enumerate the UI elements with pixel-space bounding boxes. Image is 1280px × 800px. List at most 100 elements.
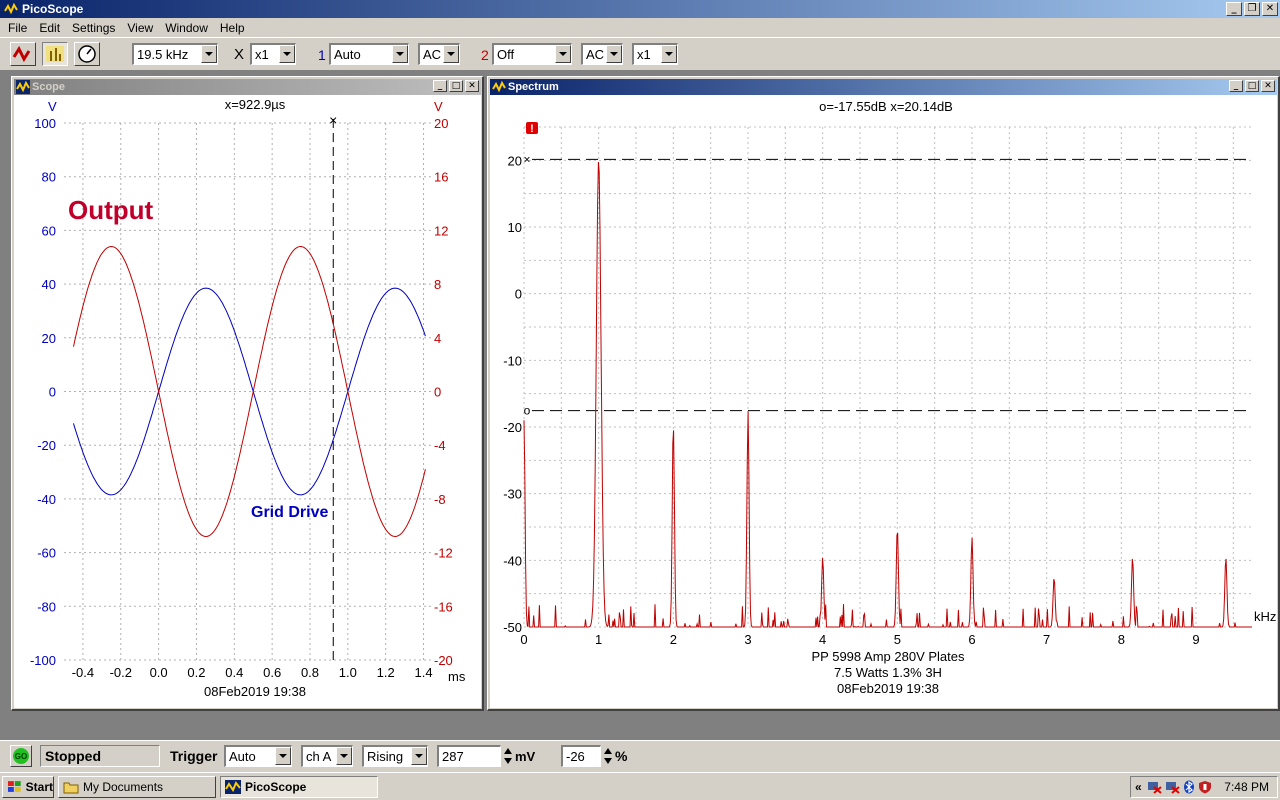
right-tick-label: -8 [434, 492, 446, 507]
chevron-down-icon[interactable] [336, 747, 352, 765]
x-tick-label: 1.0 [339, 665, 357, 680]
system-tray: « 7:48 PM [1130, 776, 1278, 798]
x-tick-label: -0.2 [110, 665, 132, 680]
channel-2-zoom-select[interactable]: x1 [632, 43, 678, 65]
trigger-mode-value: Auto [229, 749, 256, 764]
tray-expand-icon[interactable]: « [1135, 780, 1142, 794]
x-axis-unit: ms [448, 669, 466, 684]
x-tick-label: 9 [1192, 632, 1199, 647]
picoscope-app-icon [492, 80, 506, 94]
scope-window: Scope _ □ ✕ V V 100 80 60 40 20 0 -20 -40 -60 -80 -1… [11, 76, 484, 711]
chevron-down-icon[interactable] [201, 45, 217, 63]
spectrum-minimize-button[interactable]: _ [1229, 80, 1243, 92]
scope-mode-icon [12, 45, 31, 63]
spectrum-plot-area[interactable]: 20 10 0 -10 -20 -30 -40 -50 0 1 2 3 4 5 6 7 8 9 kHz o=-17.5… [490, 95, 1277, 708]
menu-view[interactable]: View [121, 21, 159, 35]
y-tick-label: 10 [508, 220, 522, 235]
x-tick-label: 3 [744, 632, 751, 647]
security-shield-icon[interactable] [1198, 780, 1212, 794]
scope-chart[interactable]: V V100806040200-20-40-60-80-100201612840-… [14, 95, 481, 708]
cursor-x-marker: × [523, 152, 530, 166]
channel-1-range-select[interactable]: Auto [329, 43, 409, 65]
x-tick-label: 4 [819, 632, 826, 647]
channel-2-range-select[interactable]: Off [492, 43, 572, 65]
trigger-channel-select[interactable]: ch A [301, 745, 353, 767]
scope-window-title: Scope [32, 81, 66, 93]
trigger-edge-select[interactable]: Rising [362, 745, 428, 767]
right-tick-label: -4 [434, 438, 446, 453]
scope-plot-area[interactable]: V V 100 80 60 40 20 0 -20 -40 -60 -80 -100 20 16 12 8 4 0-… [14, 95, 481, 708]
spectrum-mode-button[interactable] [42, 42, 68, 66]
chevron-down-icon[interactable] [275, 747, 291, 765]
x-tick-label: -0.4 [72, 665, 94, 680]
network-disconnected-icon[interactable] [1164, 780, 1180, 794]
chevron-down-icon[interactable] [279, 45, 295, 63]
trigger-edge-value: Rising [367, 749, 404, 764]
start-label: Start [25, 780, 53, 794]
menu-edit[interactable]: Edit [33, 21, 66, 35]
chevron-down-icon[interactable] [555, 45, 571, 63]
trigger-level-input[interactable]: 287 [437, 745, 501, 767]
spectrum-maximize-button[interactable]: □ [1245, 80, 1259, 92]
left-tick-label: -100 [30, 653, 56, 668]
trigger-label: Trigger [170, 748, 218, 764]
pretrigger-input[interactable]: -26 [561, 745, 601, 767]
y-tick-label: 0 [515, 287, 522, 302]
trigger-level-spinner[interactable] [502, 745, 514, 767]
trigger-level-unit: mV [515, 749, 536, 764]
menu-help[interactable]: Help [214, 21, 251, 35]
left-tick-label: -60 [37, 546, 56, 561]
scope-maximize-button[interactable]: □ [449, 80, 463, 92]
scope-minimize-button[interactable]: _ [433, 80, 447, 92]
scope-close-button[interactable]: ✕ [465, 80, 479, 92]
scope-mode-button[interactable] [10, 42, 36, 66]
chevron-down-icon[interactable] [443, 45, 459, 63]
pretrigger-spinner[interactable] [602, 745, 614, 767]
left-tick-label: 100 [34, 116, 56, 131]
spectrum-window-title: Spectrum [508, 81, 559, 93]
spectrum-close-button[interactable]: ✕ [1261, 80, 1275, 92]
right-tick-label: 4 [434, 331, 441, 346]
taskbar-my-documents[interactable]: My Documents [58, 776, 216, 798]
close-button[interactable]: ✕ [1262, 2, 1278, 16]
menu-file[interactable]: File [2, 21, 33, 35]
grid-drive-annotation: Grid Drive [251, 504, 328, 521]
spectrum-caption-line2: 7.5 Watts 1.3% 3H [834, 665, 942, 680]
status-bar: GO Stopped Trigger Auto ch A Rising 287 … [0, 740, 1280, 772]
channel-1-coupling-select[interactable]: AC [418, 43, 460, 65]
spectrum-chart[interactable]: 20100-10-20-30-40-500 1 2 3 4 5 6 7 8 9kHzo=-17.5… [490, 95, 1277, 708]
left-tick-label: -40 [37, 492, 56, 507]
meter-mode-button[interactable] [74, 42, 100, 66]
spectrum-window-titlebar: Spectrum _ □ ✕ [490, 79, 1277, 95]
windows-logo-icon [7, 781, 21, 792]
scope-timestamp: 08Feb2019 19:38 [204, 684, 306, 699]
y-tick-label: -20 [503, 420, 522, 435]
spectrum-caption-line1: PP 5998 Amp 280V Plates [812, 649, 965, 664]
taskbar-picoscope[interactable]: PicoScope [220, 776, 378, 798]
chevron-down-icon[interactable] [661, 45, 677, 63]
taskbar: Start My Documents PicoScope « 7:48 PM [0, 772, 1280, 800]
menu-settings[interactable]: Settings [66, 21, 121, 35]
taskbar-picoscope-label: PicoScope [245, 780, 307, 794]
minimize-button[interactable]: _ [1226, 2, 1242, 16]
x-tick-label: 8 [1118, 632, 1125, 647]
start-button[interactable]: Start [2, 776, 54, 798]
trigger-mode-select[interactable]: Auto [224, 745, 292, 767]
x-tick-label: 1 [595, 632, 602, 647]
chevron-down-icon[interactable] [606, 45, 622, 63]
network-disconnected-icon[interactable] [1146, 780, 1162, 794]
chevron-down-icon[interactable] [392, 45, 408, 63]
scope-window-titlebar: Scope _ □ ✕ [14, 79, 481, 95]
left-tick-label: 0 [49, 385, 56, 400]
maximize-button[interactable]: ❐ [1244, 2, 1260, 16]
y-tick-label: -10 [503, 353, 522, 368]
go-button[interactable]: GO [10, 745, 32, 767]
timebase-select[interactable]: 19.5 kHz [132, 43, 218, 65]
chevron-down-icon[interactable] [411, 747, 427, 765]
bluetooth-icon[interactable] [1182, 780, 1196, 794]
x-zoom-select[interactable]: x1 [250, 43, 296, 65]
x-tick-label: 0.8 [301, 665, 319, 680]
channel-2-coupling-select[interactable]: AC [581, 43, 623, 65]
channel-2-range-value: Off [497, 47, 515, 62]
menu-window[interactable]: Window [159, 21, 214, 35]
